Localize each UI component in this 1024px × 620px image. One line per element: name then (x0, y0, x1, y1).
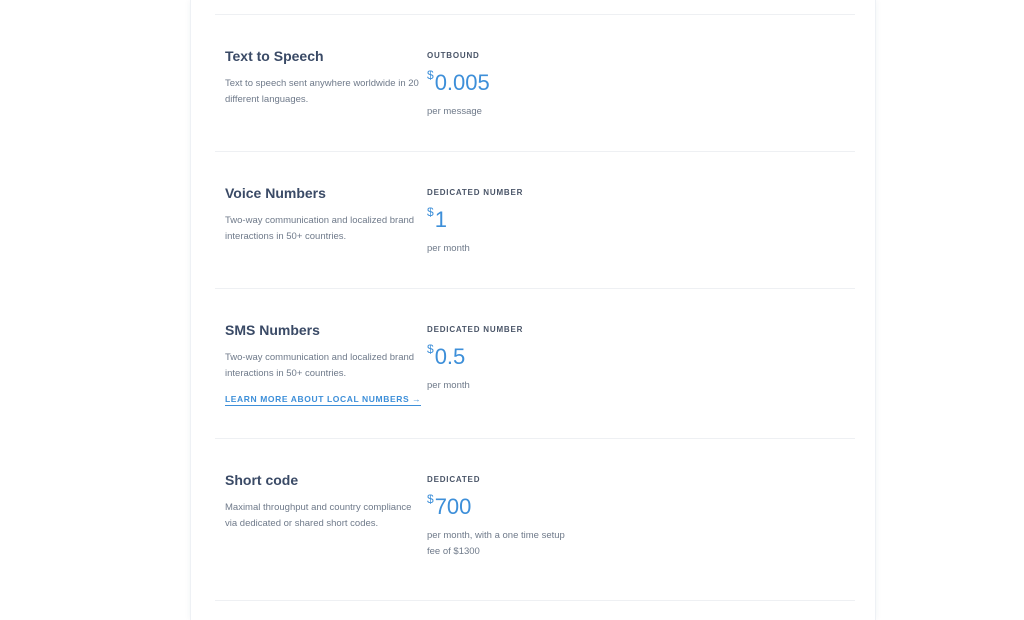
price-unit: per month (427, 380, 470, 391)
divider (215, 438, 855, 439)
product-name: Text to Speech (225, 48, 324, 64)
currency-symbol: $ (427, 205, 434, 219)
divider (215, 600, 855, 601)
price: $0.5 (427, 342, 466, 370)
price-amount: 1 (434, 207, 447, 232)
price-label: DEDICATED NUMBER (427, 325, 524, 334)
price-label: DEDICATED (427, 475, 481, 484)
product-name: Voice Numbers (225, 185, 326, 201)
price: $0.005 (427, 68, 490, 96)
price: $1 (427, 205, 447, 233)
price-unit: per month (427, 243, 470, 254)
price-unit: per message (427, 106, 482, 117)
divider (215, 14, 855, 15)
price: $700 (427, 492, 472, 520)
pricing-card: Text to Speech Text to speech sent anywh… (190, 0, 876, 620)
currency-symbol: $ (427, 342, 434, 356)
currency-symbol: $ (427, 492, 434, 506)
product-name: Short code (225, 472, 299, 488)
product-description: Text to speech sent anywhere worldwide i… (225, 78, 419, 105)
product-name: SMS Numbers (225, 322, 320, 338)
price-amount: 700 (434, 494, 472, 519)
product-description: Maximal throughput and country complianc… (225, 502, 412, 529)
divider (215, 288, 855, 289)
price-amount: 0.5 (434, 344, 466, 369)
price-label: DEDICATED NUMBER (427, 188, 524, 197)
learn-more-local-numbers-link[interactable]: LEARN MORE ABOUT LOCAL NUMBERS → (225, 394, 422, 406)
price-label: OUTBOUND (427, 51, 480, 60)
currency-symbol: $ (427, 68, 434, 82)
price-unit: per month, with a one time setup fee of … (427, 530, 565, 557)
price-amount: 0.005 (434, 70, 490, 95)
product-description: Two-way communication and localized bran… (225, 352, 415, 379)
product-description: Two-way communication and localized bran… (225, 215, 415, 242)
divider (215, 151, 855, 152)
